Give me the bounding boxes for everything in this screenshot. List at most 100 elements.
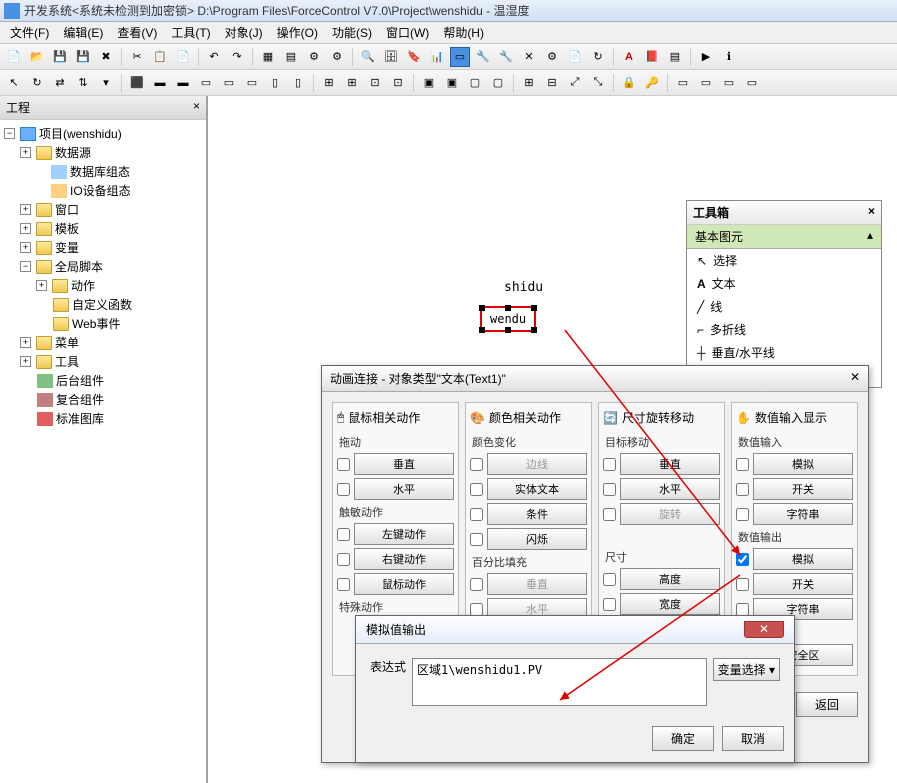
toolbox-item-vhline[interactable]: ┼垂直/水平线 <box>687 341 881 364</box>
tb-db-icon[interactable]: 🗄 <box>381 47 401 67</box>
tree-item[interactable]: 窗口 <box>55 201 79 218</box>
toolbox-item-select[interactable]: ↖选择 <box>687 249 881 272</box>
canvas-text-wendu-selected[interactable]: wendu <box>480 306 536 332</box>
tree-toggle[interactable]: + <box>20 147 31 158</box>
btn-rclick[interactable]: 右键动作 <box>354 548 454 570</box>
btn-osim[interactable]: 模拟 <box>753 548 853 570</box>
btn-blink[interactable]: 闪烁 <box>487 528 587 550</box>
btn-ok[interactable]: 确定 <box>652 726 714 751</box>
chk-th[interactable] <box>603 483 616 496</box>
tb-select-icon[interactable]: ↖ <box>4 73 24 93</box>
tb-align-icon[interactable]: ▭ <box>242 73 262 93</box>
canvas-text-shidu[interactable]: shidu <box>504 280 543 295</box>
tb-layer-icon[interactable]: ▣ <box>442 73 462 93</box>
tb-key-icon[interactable]: 🔑 <box>642 73 662 93</box>
menu-view[interactable]: 查看(V) <box>111 22 163 43</box>
chk-drag-horz[interactable] <box>337 483 350 496</box>
btn-fv[interactable]: 垂直 <box>487 573 587 595</box>
tree-item[interactable]: 全局脚本 <box>55 258 103 275</box>
tb-font-icon[interactable]: A <box>619 47 639 67</box>
close-button[interactable]: ✕ <box>744 621 784 638</box>
tb-align-icon[interactable]: ▭ <box>196 73 216 93</box>
menu-file[interactable]: 文件(F) <box>4 22 55 43</box>
tb-run-icon[interactable]: ▶ <box>696 47 716 67</box>
tb-tool-icon[interactable]: ⚙ <box>304 47 324 67</box>
btn-tv[interactable]: 垂直 <box>620 453 720 475</box>
tb-grid-icon[interactable]: ▦ <box>258 47 278 67</box>
tb-swap-icon[interactable]: ⇄ <box>50 73 70 93</box>
resize-handle[interactable] <box>479 305 485 311</box>
btn-mouse[interactable]: 鼠标动作 <box>354 573 454 595</box>
tb-win-icon[interactable]: ▭ <box>742 73 762 93</box>
btn-osw[interactable]: 开关 <box>753 573 853 595</box>
tree-toggle[interactable]: + <box>20 337 31 348</box>
toolbox[interactable]: 工具箱 × 基本图元▴ ↖选择 A文本 ╱线 ⌐多折线 ┼垂直/水平线 ▭矩形 <box>686 200 882 388</box>
tb-refresh-icon[interactable]: ↻ <box>588 47 608 67</box>
chk-cond[interactable] <box>470 508 483 521</box>
tb-dist-icon[interactable]: ⊞ <box>342 73 362 93</box>
btn-drag-horz[interactable]: 水平 <box>354 478 454 500</box>
tree-toggle[interactable]: − <box>20 261 31 272</box>
expression-input[interactable] <box>412 658 707 706</box>
chk-osw[interactable] <box>736 578 749 591</box>
tb-info-icon[interactable]: ℹ <box>719 47 739 67</box>
tree-item[interactable]: 变量 <box>55 239 79 256</box>
collapse-icon[interactable]: ▴ <box>867 228 873 242</box>
btn-cancel[interactable]: 取消 <box>722 726 784 751</box>
tb-active-icon[interactable]: ▭ <box>450 47 470 67</box>
btn-th[interactable]: 水平 <box>620 478 720 500</box>
tb-dist-icon[interactable]: ⊞ <box>319 73 339 93</box>
tb-gear-icon[interactable]: ⚙ <box>542 47 562 67</box>
tree-toggle[interactable]: + <box>20 242 31 253</box>
tb-redo-icon[interactable]: ↷ <box>227 47 247 67</box>
resize-handle[interactable] <box>479 327 485 333</box>
tree-toggle[interactable]: − <box>4 128 15 139</box>
menu-edit[interactable]: 编辑(E) <box>57 22 109 43</box>
menu-operate[interactable]: 操作(O) <box>271 22 324 43</box>
tb-layer-icon[interactable]: ▢ <box>465 73 485 93</box>
tb-saveall-icon[interactable]: 💾 <box>73 47 93 67</box>
menu-function[interactable]: 功能(S) <box>326 22 378 43</box>
tree-toggle[interactable]: + <box>20 223 31 234</box>
tree-item[interactable]: 复合组件 <box>56 391 104 408</box>
tb-new-icon[interactable]: 📄 <box>4 47 24 67</box>
tb-dropdown-icon[interactable]: ▾ <box>96 73 116 93</box>
tree-item[interactable]: 标准图库 <box>56 410 104 427</box>
chk-width[interactable] <box>603 598 616 611</box>
tb-list-icon[interactable]: ▤ <box>665 47 685 67</box>
chk-mouse[interactable] <box>337 578 350 591</box>
tree-item[interactable]: 工具 <box>55 353 79 370</box>
tb-book-icon[interactable]: 📕 <box>642 47 662 67</box>
resize-handle[interactable] <box>505 327 511 333</box>
menu-object[interactable]: 对象(J) <box>219 22 269 43</box>
tb-dist-icon[interactable]: ⊡ <box>365 73 385 93</box>
tb-win-icon[interactable]: ▭ <box>673 73 693 93</box>
tree-toggle[interactable]: + <box>20 204 31 215</box>
menu-window[interactable]: 窗口(W) <box>380 22 435 43</box>
toolbox-item-line[interactable]: ╱线 <box>687 295 881 318</box>
tree-root[interactable]: 项目(wenshidu) <box>39 125 122 142</box>
tb-ungroup-icon[interactable]: ⊟ <box>542 73 562 93</box>
tree-toggle[interactable]: + <box>36 280 47 291</box>
toolbox-item-polyline[interactable]: ⌐多折线 <box>687 318 881 341</box>
chk-height[interactable] <box>603 573 616 586</box>
tb-flip-icon[interactable]: ⇅ <box>73 73 93 93</box>
btn-lclick[interactable]: 左键动作 <box>354 523 454 545</box>
chk-rot[interactable] <box>603 508 616 521</box>
tb-win-icon[interactable]: ▭ <box>696 73 716 93</box>
tb-cut-icon[interactable]: ✂ <box>127 47 147 67</box>
chk-osim[interactable] <box>736 553 749 566</box>
tb-copy-icon[interactable]: 📋 <box>150 47 170 67</box>
chk-blink[interactable] <box>470 533 483 546</box>
btn-drag-vert[interactable]: 垂直 <box>354 453 454 475</box>
btn-width[interactable]: 宽度 <box>620 593 720 615</box>
tree-item[interactable]: 菜单 <box>55 334 79 351</box>
chk-edge[interactable] <box>470 458 483 471</box>
tb-dist-icon[interactable]: ⊡ <box>388 73 408 93</box>
btn-solid[interactable]: 实体文本 <box>487 478 587 500</box>
tree-item[interactable]: 数据库组态 <box>70 163 130 180</box>
chk-drag-vert[interactable] <box>337 458 350 471</box>
chk-sw[interactable] <box>736 483 749 496</box>
btn-sw[interactable]: 开关 <box>753 478 853 500</box>
sidebar-close-icon[interactable]: × <box>193 99 200 116</box>
